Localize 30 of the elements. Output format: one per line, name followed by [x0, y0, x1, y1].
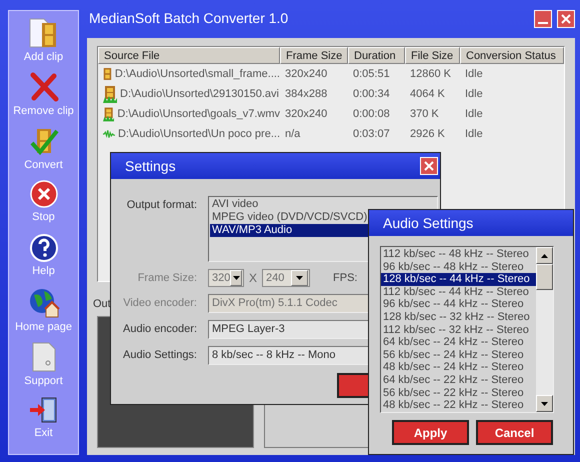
table-cell: D:\Audio\Unsorted\Un poco pre...: [118, 128, 280, 140]
field-label: Audio Settings:: [122, 348, 197, 363]
table-cell-text: 12860 K: [409, 68, 452, 80]
table-cell-text: 4064 K: [409, 88, 446, 100]
table-cell-text: Idle: [464, 88, 484, 100]
field-label: Audio encoder:: [122, 322, 197, 337]
table-cell: D:\Audio\Unsorted\29130150.avi: [120, 88, 279, 100]
table-cell-text: 320x240: [284, 108, 328, 120]
table-cell-text: Idle: [464, 108, 484, 120]
field-label: Frame Size:: [136, 271, 197, 286]
field-label: Video encoder:: [122, 296, 197, 311]
output-label: Out: [93, 298, 111, 312]
table-cell-text: 2926 K: [409, 128, 446, 140]
separator-label: X: [249, 271, 258, 285]
table-cell-text: Idle: [464, 128, 484, 140]
table-cell: D:\Audio\Unsorted\goals_v7.wmv: [117, 108, 280, 120]
table-cell-text: 384x288: [284, 88, 328, 100]
table-cell-text: 370 K: [409, 108, 440, 120]
table-cell-text: 0:03:07: [352, 128, 391, 140]
table-cell-text: Idle: [464, 68, 484, 80]
table-cell-text: 0:00:08: [352, 108, 391, 120]
table-cell-text: 320x240: [284, 68, 328, 80]
table-cell-text: 0:00:34: [352, 88, 391, 100]
window-title: MedianSoft Batch Converter 1.0: [88, 10, 288, 26]
table-cell-text: 0:05:51: [352, 68, 391, 80]
field-label: Output format:: [126, 198, 197, 213]
table-cell: D:\Audio\Unsorted\small_frame....: [114, 68, 280, 80]
fps-label: FPS:: [333, 272, 358, 284]
table-cell-text: n/a: [284, 128, 302, 140]
dialog-title: Settings: [125, 158, 176, 174]
